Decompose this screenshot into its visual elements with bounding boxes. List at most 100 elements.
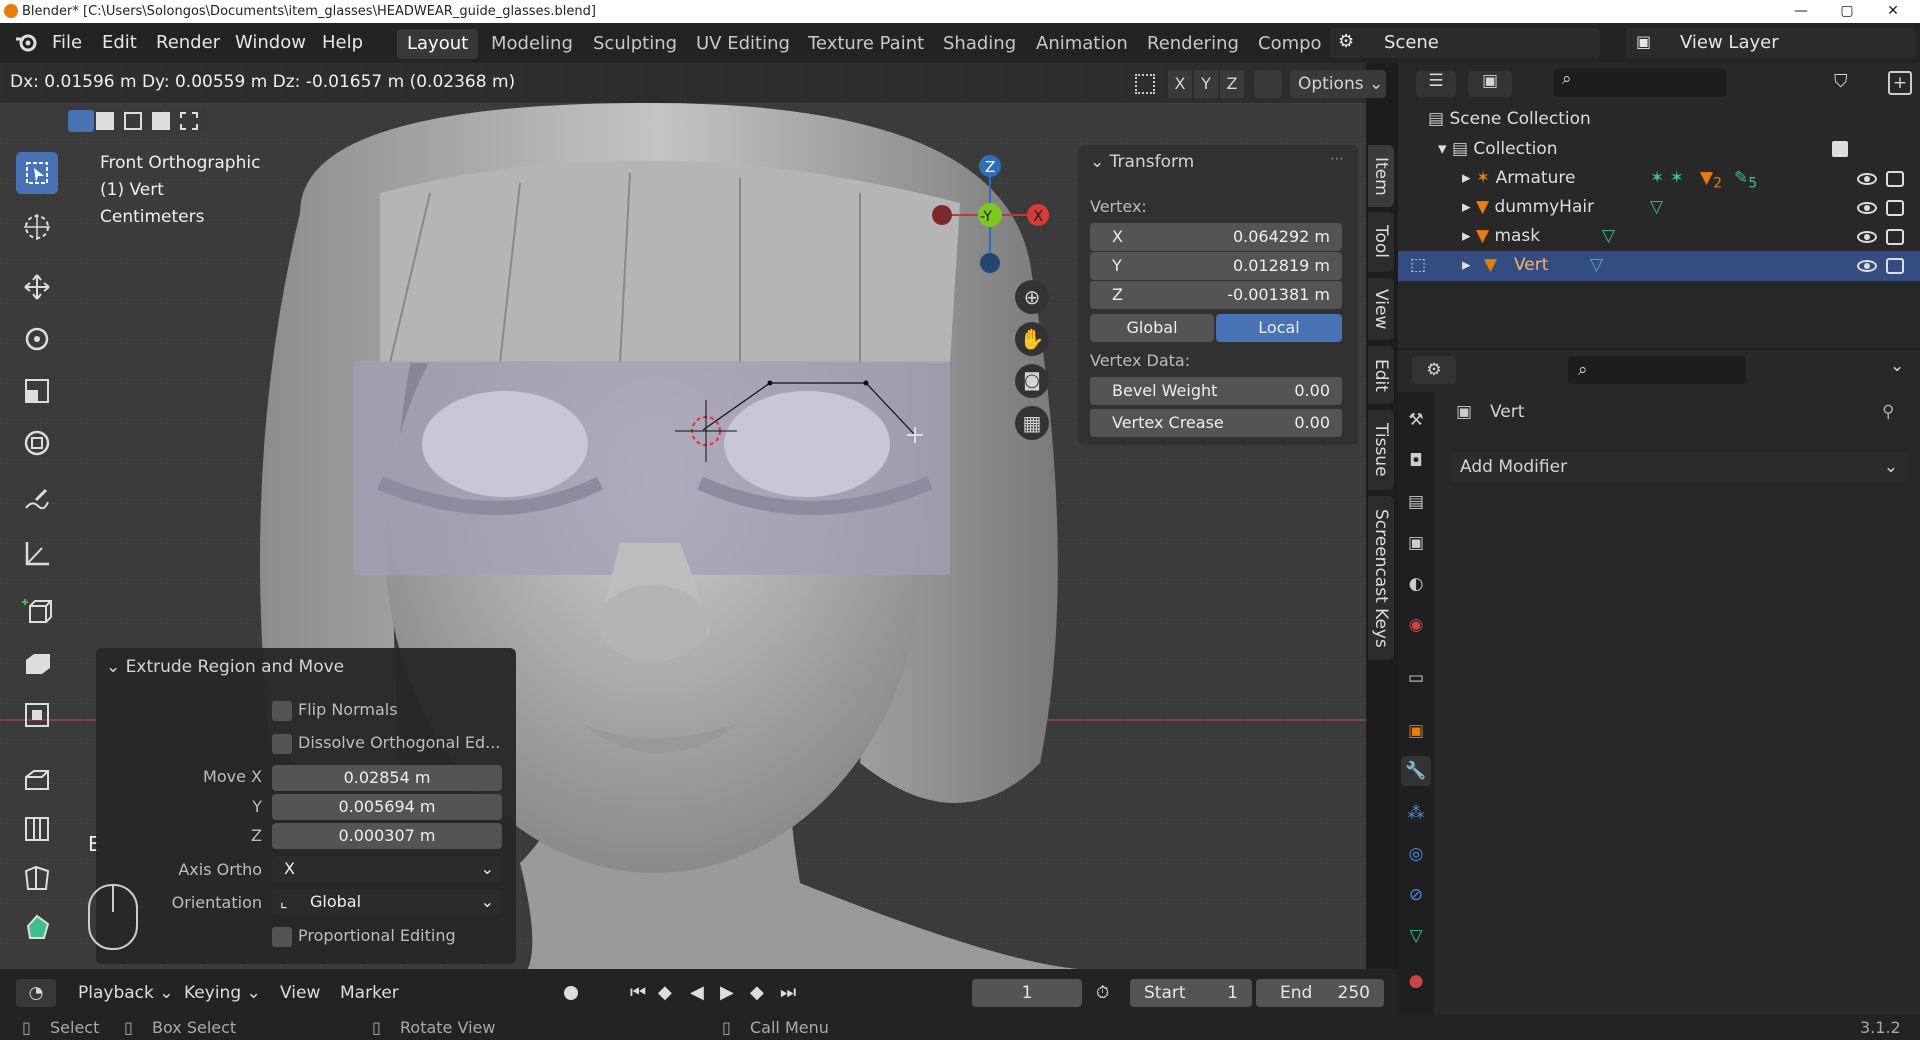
- bevel-weight-field[interactable]: Bevel Weight 0.00: [1090, 377, 1342, 405]
- tool-properties-icon[interactable]: ⚒: [1401, 405, 1431, 435]
- visibility-eye-icon[interactable]: [1857, 231, 1877, 243]
- mirror-z-button[interactable]: Z: [1220, 70, 1244, 98]
- tab-sculpting[interactable]: Sculpting: [583, 29, 687, 59]
- tab-rendering[interactable]: Rendering: [1137, 29, 1249, 59]
- visibility-eye-icon[interactable]: [1857, 260, 1877, 272]
- particles-icon[interactable]: ⁂: [1401, 798, 1431, 828]
- tab-view[interactable]: View: [1368, 278, 1394, 340]
- mirror-y-button[interactable]: Y: [1194, 70, 1218, 98]
- bevel-tool-icon[interactable]: [16, 759, 58, 801]
- record-icon[interactable]: [564, 986, 578, 1000]
- select-invert-icon[interactable]: [152, 112, 170, 130]
- tab-tool[interactable]: Tool: [1368, 212, 1394, 272]
- select-new-icon[interactable]: [68, 110, 94, 132]
- end-frame-field[interactable]: End 250: [1256, 979, 1384, 1007]
- navigation-gizmo[interactable]: Z -Y X: [930, 150, 1060, 280]
- rotate-tool-icon[interactable]: [16, 318, 58, 360]
- tab-tissue[interactable]: Tissue: [1368, 410, 1394, 490]
- outliner-item-dummyhair[interactable]: ▸ ▼ dummyHair ▽: [1462, 193, 1920, 221]
- options-dropdown[interactable]: Options ⌄: [1290, 70, 1386, 98]
- playback-menu[interactable]: Playback ⌄: [78, 979, 174, 1007]
- poly-build-tool-icon[interactable]: [16, 906, 58, 948]
- dissolve-orthogonal-checkbox[interactable]: [272, 734, 292, 754]
- tab-animation[interactable]: Animation: [1026, 29, 1138, 59]
- chevron-down-icon[interactable]: ⌄: [1890, 356, 1904, 376]
- output-properties-icon[interactable]: ▤: [1401, 487, 1431, 517]
- knife-tool-icon[interactable]: [16, 857, 58, 899]
- object-properties-icon[interactable]: ▣: [1401, 716, 1431, 746]
- menu-edit[interactable]: Edit: [102, 32, 137, 53]
- render-properties-icon[interactable]: ◘: [1401, 446, 1431, 476]
- camera-view-icon[interactable]: ◙: [1015, 364, 1049, 398]
- mirror-x-button[interactable]: X: [1168, 70, 1192, 98]
- transform-tool-icon[interactable]: [16, 422, 58, 464]
- move-y-field[interactable]: 0.005694 m: [272, 794, 502, 820]
- vertex-crease-field[interactable]: Vertex Crease 0.00: [1090, 409, 1342, 437]
- keying-menu[interactable]: Keying ⌄: [184, 979, 261, 1007]
- constraints-icon[interactable]: ⊘: [1401, 880, 1431, 910]
- editor-type-icon[interactable]: ◔: [16, 979, 56, 1007]
- blender-menu-icon[interactable]: [14, 33, 38, 53]
- tab-modeling[interactable]: Modeling: [481, 29, 583, 59]
- pan-hand-icon[interactable]: ✋: [1015, 322, 1049, 356]
- marker-menu[interactable]: Marker: [340, 979, 399, 1007]
- proportional-editing-checkbox[interactable]: [272, 927, 292, 947]
- mesh-data-properties-icon[interactable]: ▽: [1401, 921, 1431, 951]
- snap-icon[interactable]: [1135, 74, 1155, 94]
- orientation-dropdown[interactable]: ⌞ Global ⌄: [272, 889, 502, 915]
- outliner-item-armature[interactable]: ▸ ✶ Armature ✶ ✶ ▼2 ✎5: [1462, 164, 1920, 192]
- properties-editor-icon[interactable]: ⚙: [1412, 356, 1456, 384]
- jump-end-icon[interactable]: ⏭: [780, 979, 796, 1007]
- minimize-button[interactable]: —: [1778, 0, 1824, 23]
- tab-layout[interactable]: Layout: [397, 29, 479, 59]
- render-camera-icon[interactable]: [1886, 200, 1904, 216]
- new-collection-icon[interactable]: +: [1888, 71, 1912, 95]
- select-extend-icon[interactable]: [96, 112, 114, 130]
- outliner-editor-icon[interactable]: ☰: [1416, 71, 1456, 97]
- axis-ortho-dropdown[interactable]: X ⌄: [272, 856, 502, 882]
- auto-merge-icon[interactable]: [1254, 70, 1282, 98]
- tab-item[interactable]: Item: [1368, 145, 1394, 207]
- move-x-field[interactable]: 0.02854 m: [272, 765, 502, 791]
- pin-icon[interactable]: ⚲: [1882, 402, 1894, 422]
- outliner-scene-collection[interactable]: ▤ Scene Collection: [1428, 105, 1591, 133]
- render-camera-icon[interactable]: [1886, 171, 1904, 187]
- outliner-search-input[interactable]: ⌕: [1554, 69, 1726, 97]
- drag-handle-icon[interactable]: ⋯: [1330, 151, 1344, 167]
- play-icon[interactable]: ▶: [720, 979, 734, 1007]
- outliner-item-mask[interactable]: ▸ ▼ mask ▽: [1462, 222, 1920, 250]
- add-modifier-dropdown[interactable]: Add Modifier ⌄: [1450, 452, 1908, 482]
- inset-tool-icon[interactable]: [16, 694, 58, 736]
- tab-edit[interactable]: Edit: [1368, 346, 1394, 404]
- render-camera-icon[interactable]: [1886, 229, 1904, 245]
- select-box-tool-icon[interactable]: [16, 152, 58, 194]
- tab-uv-editing[interactable]: UV Editing: [686, 29, 800, 59]
- start-frame-field[interactable]: Start 1: [1130, 979, 1252, 1007]
- properties-search-input[interactable]: ⌕: [1568, 356, 1746, 384]
- jump-start-icon[interactable]: ⏮: [630, 979, 646, 1007]
- menu-help[interactable]: Help: [322, 32, 363, 53]
- menu-file[interactable]: File: [52, 32, 82, 53]
- gizmo-neg-x-axis[interactable]: [932, 205, 952, 225]
- scene-selector[interactable]: ⚙ Scene: [1330, 28, 1600, 58]
- modifier-wrench-icon[interactable]: 🔧: [1401, 756, 1431, 786]
- annotate-tool-icon[interactable]: [16, 480, 58, 522]
- collection-properties-icon[interactable]: ▭: [1401, 663, 1431, 693]
- select-subtract-icon[interactable]: [124, 112, 142, 130]
- extrude-tool-icon[interactable]: [16, 642, 58, 684]
- world-properties-icon[interactable]: ◉: [1401, 610, 1431, 640]
- global-toggle[interactable]: Global: [1090, 314, 1214, 342]
- perspective-grid-icon[interactable]: ▦: [1015, 406, 1049, 440]
- flip-normals-checkbox[interactable]: [272, 701, 292, 721]
- view-layer-properties-icon[interactable]: ▣: [1401, 528, 1431, 558]
- tab-compositing[interactable]: Compo: [1248, 29, 1332, 59]
- outliner-item-vert[interactable]: ⬚ ▸ ▼ Vert ▽: [1398, 251, 1920, 281]
- move-z-field[interactable]: 0.000307 m: [272, 823, 502, 849]
- move-tool-icon[interactable]: [16, 266, 58, 308]
- tab-texture-paint[interactable]: Texture Paint: [798, 29, 934, 59]
- menu-window[interactable]: Window: [235, 32, 306, 53]
- next-keyframe-icon[interactable]: ◆: [750, 979, 764, 1007]
- filter-icon[interactable]: ⛉: [1834, 71, 1848, 92]
- material-properties-icon[interactable]: ●: [1401, 966, 1431, 996]
- loop-cut-tool-icon[interactable]: [16, 808, 58, 850]
